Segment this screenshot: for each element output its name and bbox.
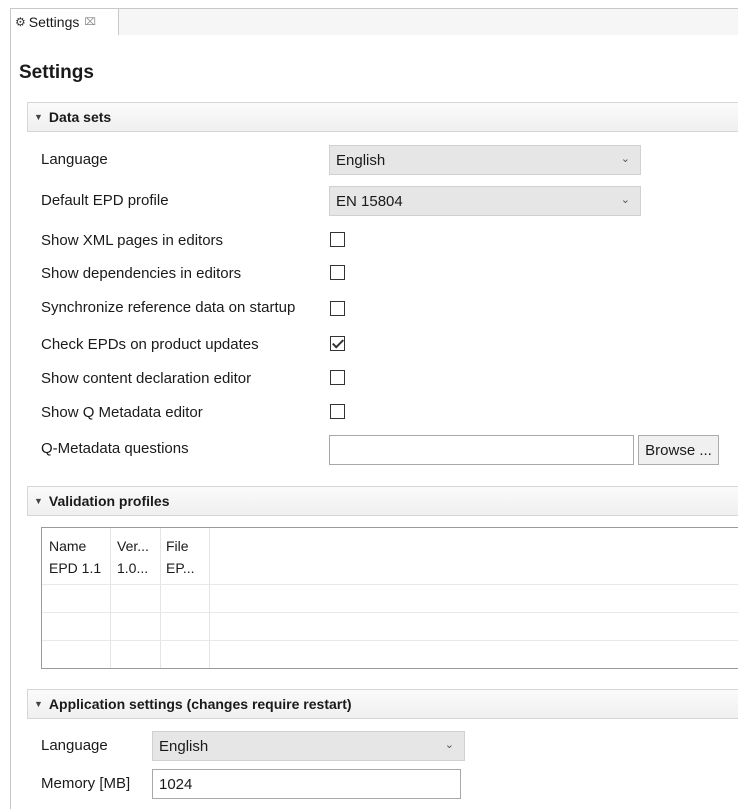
show-xml-label: Show XML pages in editors (41, 232, 224, 249)
chevron-down-icon[interactable]: ▼ (34, 112, 43, 122)
row-divider (42, 584, 738, 585)
memory-label: Memory [MB] (41, 775, 131, 792)
section-title: Validation profiles (48, 493, 170, 509)
epd-profile-select-value: EN 15804 (336, 192, 403, 210)
show-q-meta-checkbox[interactable] (330, 404, 345, 419)
q-questions-label: Q-Metadata questions (41, 440, 189, 457)
table-cell-file[interactable]: EP... (166, 560, 195, 576)
row-divider (42, 612, 738, 613)
tab-settings[interactable]: ⚙ Settings ⌧ (11, 9, 119, 35)
chevron-down-icon[interactable]: ▼ (34, 496, 43, 506)
app-language-label: Language (41, 737, 108, 754)
check-epds-checkbox[interactable] (330, 336, 345, 351)
memory-input[interactable]: 1024 (152, 769, 461, 799)
q-questions-input[interactable] (329, 435, 634, 465)
column-header-name[interactable]: Name (49, 538, 86, 554)
page-title: Settings (19, 62, 94, 83)
language-select[interactable]: English ⌄ (329, 145, 641, 175)
browse-button[interactable]: Browse ... (638, 435, 719, 465)
app-language-select[interactable]: English ⌄ (152, 731, 465, 761)
editor-tab-bar: ⚙ Settings ⌧ (10, 8, 738, 37)
column-divider (209, 528, 210, 668)
show-content-decl-label: Show content declaration editor (41, 370, 252, 387)
tab-label: Settings (28, 14, 80, 30)
section-header-application-settings[interactable]: ▼ Application settings (changes require … (27, 689, 738, 719)
language-select-value: English (336, 151, 386, 169)
gear-icon: ⚙ (15, 15, 26, 29)
show-deps-checkbox[interactable] (330, 265, 345, 280)
column-divider (160, 528, 161, 668)
show-q-meta-label: Show Q Metadata editor (41, 404, 203, 421)
show-xml-checkbox[interactable] (330, 232, 345, 247)
show-content-decl-checkbox[interactable] (330, 370, 345, 385)
chevron-down-icon: ⌄ (444, 739, 454, 751)
section-header-validation-profiles[interactable]: ▼ Validation profiles (27, 486, 738, 516)
epd-profile-select[interactable]: EN 15804 ⌄ (329, 186, 641, 216)
sync-ref-checkbox[interactable] (330, 301, 345, 316)
column-divider (110, 528, 111, 668)
show-deps-label: Show dependencies in editors (41, 265, 242, 282)
chevron-down-icon[interactable]: ▼ (34, 699, 43, 709)
chevron-down-icon: ⌄ (620, 194, 630, 206)
row-divider (42, 640, 738, 641)
app-language-select-value: English (159, 737, 209, 755)
table-cell-name[interactable]: EPD 1.1 (49, 560, 101, 576)
chevron-down-icon: ⌄ (620, 153, 630, 165)
close-icon[interactable]: ⌧ (84, 17, 96, 28)
check-epds-label: Check EPDs on product updates (41, 336, 259, 353)
table-cell-version[interactable]: 1.0... (117, 560, 148, 576)
column-header-file[interactable]: File (166, 538, 189, 554)
section-header-data-sets[interactable]: ▼ Data sets (27, 102, 738, 132)
section-title: Application settings (changes require re… (48, 696, 352, 712)
validation-profiles-table[interactable]: Name Ver... File EPD 1.1 1.0... EP... (41, 527, 738, 669)
sync-ref-label: Synchronize reference data on startup (41, 299, 296, 316)
column-header-version[interactable]: Ver... (117, 538, 149, 554)
epd-profile-label: Default EPD profile (41, 192, 169, 209)
language-label: Language (41, 151, 108, 168)
section-title: Data sets (48, 109, 112, 125)
